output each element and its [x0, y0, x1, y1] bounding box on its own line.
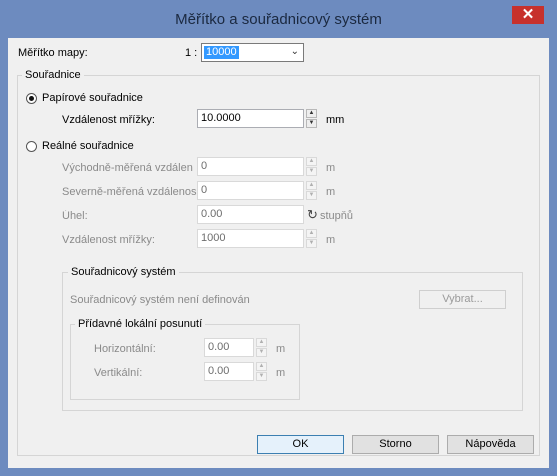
- real-grid-unit: m: [326, 234, 336, 246]
- spin-down-icon[interactable]: ▼: [306, 119, 317, 128]
- spin-down-icon[interactable]: ▼: [256, 348, 267, 357]
- real-grid-spinner[interactable]: ▲ ▼: [306, 229, 317, 248]
- coord-system-status: Souřadnicový systém není definován: [70, 294, 250, 306]
- dialog-client: Měřítko mapy: 1 : 10000 ⌄ Souřadnice Pap…: [8, 38, 549, 468]
- spin-up-icon[interactable]: ▲: [306, 157, 317, 166]
- horizontal-shift-unit: m: [276, 343, 286, 355]
- north-offset-unit: m: [326, 186, 336, 198]
- east-offset-spinner[interactable]: ▲ ▼: [306, 157, 317, 176]
- east-offset-label: Východně-měřená vzdálen: [62, 162, 193, 174]
- coordinates-group-title: Souřadnice: [22, 69, 84, 81]
- paper-coords-label[interactable]: Papírové souřadnice: [42, 92, 143, 104]
- east-offset-unit: m: [326, 162, 336, 174]
- spin-up-icon[interactable]: ▲: [256, 362, 267, 371]
- real-grid-label: Vzdálenost mřížky:: [62, 234, 155, 246]
- spin-up-icon[interactable]: ▲: [256, 338, 267, 347]
- cancel-button[interactable]: Storno: [352, 435, 439, 454]
- real-coords-radio[interactable]: [26, 141, 37, 152]
- angle-unit: stupňů: [320, 210, 354, 222]
- coord-system-group-title: Souřadnicový systém: [68, 266, 179, 278]
- north-offset-input[interactable]: 0: [197, 181, 304, 200]
- spin-up-icon[interactable]: ▲: [306, 181, 317, 190]
- scale-prefix: 1 :: [185, 47, 198, 59]
- vertical-shift-spinner[interactable]: ▲ ▼: [256, 362, 267, 381]
- scale-select[interactable]: 10000 ⌄: [201, 43, 304, 62]
- paper-grid-unit: mm: [326, 114, 345, 126]
- local-shift-group-title: Přídavné lokální posunutí: [75, 318, 206, 330]
- spin-up-icon[interactable]: ▲: [306, 109, 317, 118]
- paper-grid-spinner[interactable]: ▲ ▼: [306, 109, 317, 128]
- east-offset-input[interactable]: 0: [197, 157, 304, 176]
- rotate-icon[interactable]: ↻: [307, 207, 318, 223]
- vertical-shift-unit: m: [276, 367, 286, 379]
- help-button[interactable]: Nápověda: [447, 435, 534, 454]
- angle-input[interactable]: 0.00: [197, 205, 304, 224]
- spin-up-icon[interactable]: ▲: [306, 229, 317, 238]
- select-coord-system-button[interactable]: Vybrat...: [419, 290, 506, 309]
- scale-value: 10000: [204, 46, 239, 59]
- dialog-title: Měřítko a souřadnicový systém: [175, 11, 382, 28]
- angle-label: Úhel:: [62, 210, 88, 222]
- vertical-shift-input[interactable]: 0.00: [204, 362, 254, 381]
- paper-coords-radio[interactable]: [26, 93, 37, 104]
- spin-down-icon[interactable]: ▼: [306, 191, 317, 200]
- real-grid-input[interactable]: 1000: [197, 229, 304, 248]
- close-button[interactable]: ✕: [512, 6, 544, 24]
- north-offset-label: Severně-měřená vzdálenos: [62, 186, 197, 198]
- vertical-shift-label: Vertikální:: [94, 367, 143, 379]
- spin-down-icon[interactable]: ▼: [256, 372, 267, 381]
- horizontal-shift-spinner[interactable]: ▲ ▼: [256, 338, 267, 357]
- chevron-down-icon: ⌄: [290, 46, 299, 57]
- north-offset-spinner[interactable]: ▲ ▼: [306, 181, 317, 200]
- horizontal-shift-label: Horizontální:: [94, 343, 156, 355]
- spin-down-icon[interactable]: ▼: [306, 167, 317, 176]
- horizontal-shift-input[interactable]: 0.00: [204, 338, 254, 357]
- spin-down-icon[interactable]: ▼: [306, 239, 317, 248]
- paper-grid-label: Vzdálenost mřížky:: [62, 114, 155, 126]
- paper-grid-input[interactable]: 10.0000: [197, 109, 304, 128]
- scale-label: Měřítko mapy:: [18, 47, 88, 59]
- ok-button[interactable]: OK: [257, 435, 344, 454]
- real-coords-label[interactable]: Reálné souřadnice: [42, 140, 134, 152]
